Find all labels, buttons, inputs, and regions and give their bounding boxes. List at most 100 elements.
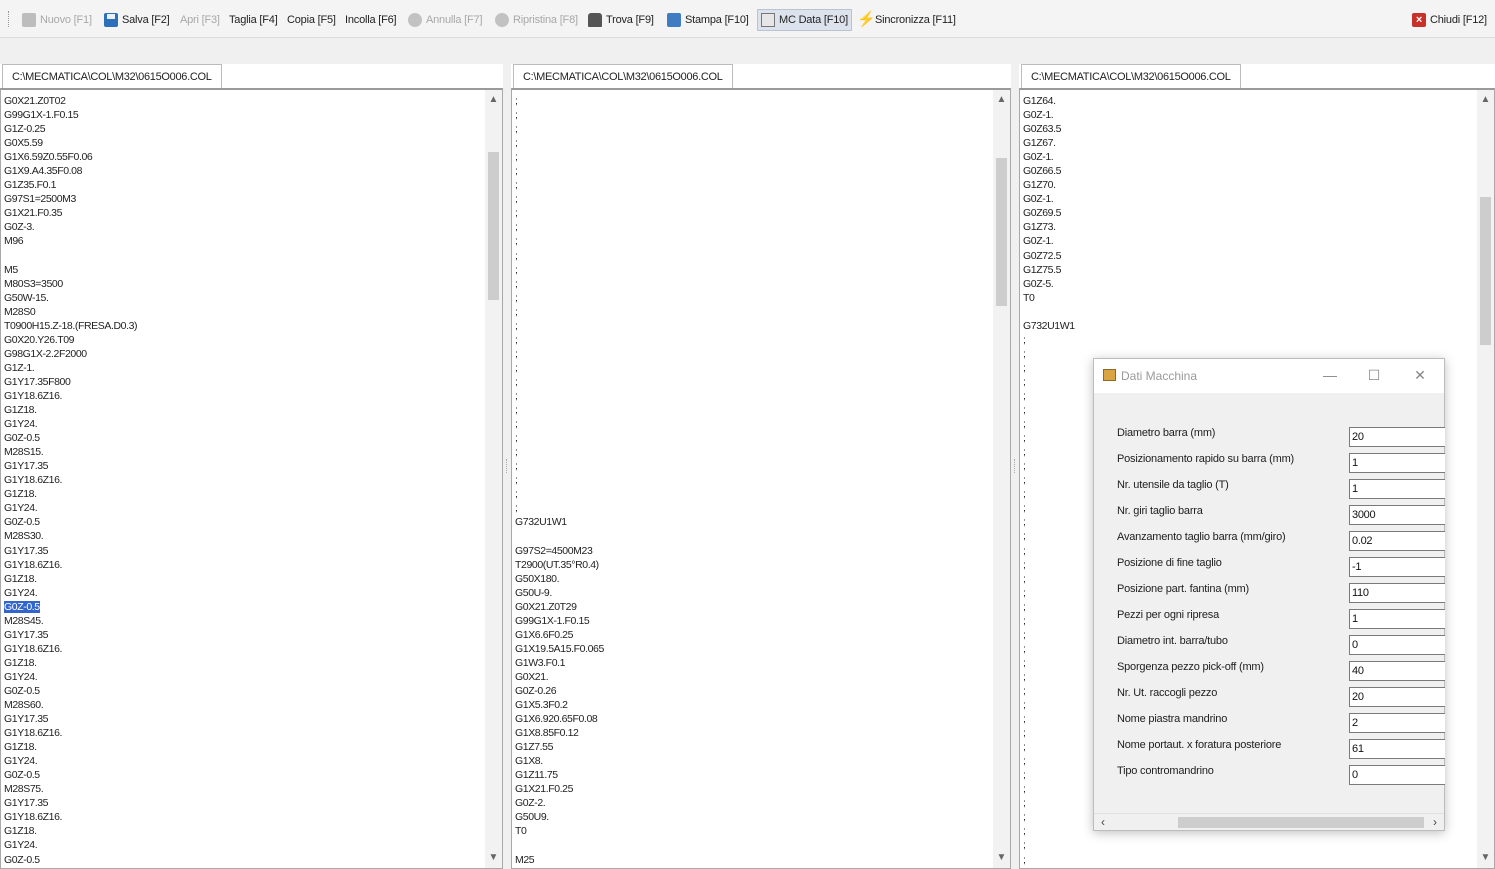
code-line[interactable]: M5 — [4, 263, 137, 277]
code-line[interactable]: G0Z-0.5 — [4, 684, 137, 698]
code-line[interactable]: G1X8. — [515, 754, 604, 768]
code-line[interactable]: G0Z-3. — [4, 220, 137, 234]
scroll-down-icon[interactable]: ▼ — [485, 851, 502, 865]
code-line[interactable]: ; — [515, 291, 604, 305]
file-tab-1[interactable]: C:\MECMATICA\COL\M32\0615O006.COL — [2, 64, 222, 89]
scroll-thumb-3[interactable] — [1480, 197, 1491, 345]
code-line[interactable]: G1Y18.6Z16. — [4, 810, 137, 824]
code-line[interactable]: G0X20.Y26.T09 — [4, 333, 137, 347]
code-line[interactable]: G1Y24. — [4, 417, 137, 431]
code-line[interactable]: G732U1W1 — [515, 515, 604, 529]
print-button[interactable]: Stampa [F10] — [667, 9, 749, 31]
code-line[interactable]: G1Z75.5 — [1023, 263, 1075, 277]
code-line[interactable]: G50X180. — [515, 572, 604, 586]
code-line[interactable]: ; — [515, 389, 604, 403]
code-line[interactable]: ; — [1023, 810, 1075, 824]
code-line[interactable]: G1W3.F0.1 — [515, 656, 604, 670]
code-line[interactable]: G97S1=2500M3 — [4, 192, 137, 206]
scroll-up-icon[interactable]: ▲ — [1477, 93, 1494, 107]
code-line[interactable]: G1Y24. — [4, 838, 137, 852]
code-line[interactable]: ; — [515, 403, 604, 417]
code-line[interactable]: G1Y24. — [4, 670, 137, 684]
field-input[interactable]: 1 — [1349, 453, 1445, 473]
code-line[interactable]: ; — [515, 220, 604, 234]
field-input[interactable]: 20 — [1349, 687, 1445, 707]
code-line[interactable]: ; — [515, 431, 604, 445]
code-line[interactable]: G0Z-1. — [1023, 234, 1075, 248]
code-line[interactable]: G1X6.920.65F0.08 — [515, 712, 604, 726]
code-line[interactable]: ; — [1023, 347, 1075, 361]
code-line[interactable]: ; — [1023, 389, 1075, 403]
horizontal-scroll-thumb[interactable] — [1178, 817, 1424, 828]
code-line[interactable]: G1Y18.6Z16. — [4, 642, 137, 656]
code-line[interactable]: G1Y18.6Z16. — [4, 558, 137, 572]
code-line[interactable]: G1X21.F0.35 — [4, 206, 137, 220]
code-line[interactable]: G1X21.F0.25 — [515, 782, 604, 796]
code-line[interactable]: ; — [1023, 333, 1075, 347]
code-line[interactable]: ; — [515, 136, 604, 150]
code-line[interactable]: G0Z-1. — [1023, 108, 1075, 122]
new-button[interactable]: Nuovo [F1] — [22, 9, 92, 31]
code-line[interactable]: ; — [515, 192, 604, 206]
code-line[interactable]: ; — [515, 417, 604, 431]
code-line[interactable]: ; — [1023, 768, 1075, 782]
code-line[interactable]: ; — [515, 319, 604, 333]
code-line[interactable]: ; — [1023, 572, 1075, 586]
code-line[interactable]: ; — [515, 164, 604, 178]
code-line[interactable]: G732U1W1 — [1023, 319, 1075, 333]
code-line[interactable]: G1X6.6F0.25 — [515, 628, 604, 642]
field-input[interactable]: -1 — [1349, 557, 1445, 577]
code-line[interactable]: G1Z18. — [4, 403, 137, 417]
code-line[interactable]: G1Z18. — [4, 572, 137, 586]
code-line[interactable]: M28S60. — [4, 698, 137, 712]
code-line[interactable]: G1Y17.35 — [4, 796, 137, 810]
code-line[interactable]: G1X19.5A15.F0.065 — [515, 642, 604, 656]
code-line[interactable]: ; — [1023, 445, 1075, 459]
code-line[interactable]: G1Z67. — [1023, 136, 1075, 150]
code-line[interactable]: G0Z69.5 — [1023, 206, 1075, 220]
code-line[interactable]: G1Z7.55 — [515, 740, 604, 754]
close-button[interactable]: × Chiudi [F12] — [1412, 9, 1487, 31]
code-line[interactable]: G0Z72.5 — [1023, 249, 1075, 263]
file-tab-2[interactable]: C:\MECMATICA\COL\M32\0615O006.COL — [513, 64, 733, 89]
code-line[interactable]: G1X6.59Z0.55F0.06 — [4, 150, 137, 164]
undo-button[interactable]: Annulla [F7] — [408, 9, 483, 31]
field-input[interactable]: 3000 — [1349, 505, 1445, 525]
code-line[interactable]: G1Y17.35 — [4, 712, 137, 726]
code-line[interactable]: ; — [1023, 740, 1075, 754]
code-line[interactable]: G1Z18. — [4, 656, 137, 670]
vertical-scrollbar-2[interactable]: ▲ ▼ — [993, 90, 1010, 868]
code-line[interactable]: T0900H15.Z-18.(FRESA.D0.3) — [4, 319, 138, 333]
code-line[interactable]: G0Z-0.5 — [4, 768, 137, 782]
code-line[interactable]: G0Z-0.5 — [4, 431, 137, 445]
code-line[interactable]: ; — [1023, 726, 1075, 740]
field-input[interactable]: 0 — [1349, 765, 1445, 785]
code-line[interactable]: ; — [1023, 754, 1075, 768]
field-input[interactable]: 2 — [1349, 713, 1445, 733]
code-line[interactable]: ; — [515, 94, 604, 108]
code-line[interactable]: ; — [1023, 824, 1075, 838]
code-line[interactable]: ; — [1023, 684, 1075, 698]
code-line[interactable]: ; — [1023, 782, 1075, 796]
code-line[interactable]: G1Y24. — [4, 501, 137, 515]
mc-data-button[interactable]: MC Data [F10] — [757, 9, 852, 31]
field-input[interactable]: 20 — [1349, 427, 1445, 447]
code-line[interactable]: ; — [515, 473, 604, 487]
field-input[interactable]: 110 — [1349, 583, 1445, 603]
code-line[interactable]: M28S75. — [4, 782, 137, 796]
scroll-right-icon[interactable]: › — [1428, 815, 1442, 829]
code-line[interactable]: ; — [1023, 698, 1075, 712]
code-line[interactable]: ; — [1023, 375, 1075, 389]
code-line[interactable]: M28S45. — [4, 614, 137, 628]
scroll-down-icon[interactable]: ▼ — [1477, 851, 1494, 865]
splitter-1[interactable] — [503, 64, 511, 869]
code-line[interactable]: ; — [1023, 586, 1075, 600]
scroll-left-icon[interactable]: ‹ — [1096, 815, 1110, 829]
code-line[interactable]: G0Z-0.26 — [515, 684, 604, 698]
code-line[interactable]: ; — [515, 263, 604, 277]
code-line[interactable]: G1Z18. — [4, 487, 137, 501]
code-line[interactable]: G0X21.Z0T02 — [4, 94, 137, 108]
maximize-icon[interactable]: ☐ — [1364, 367, 1384, 384]
code-line[interactable]: ; — [1023, 838, 1075, 852]
code-line[interactable]: ; — [1023, 558, 1075, 572]
